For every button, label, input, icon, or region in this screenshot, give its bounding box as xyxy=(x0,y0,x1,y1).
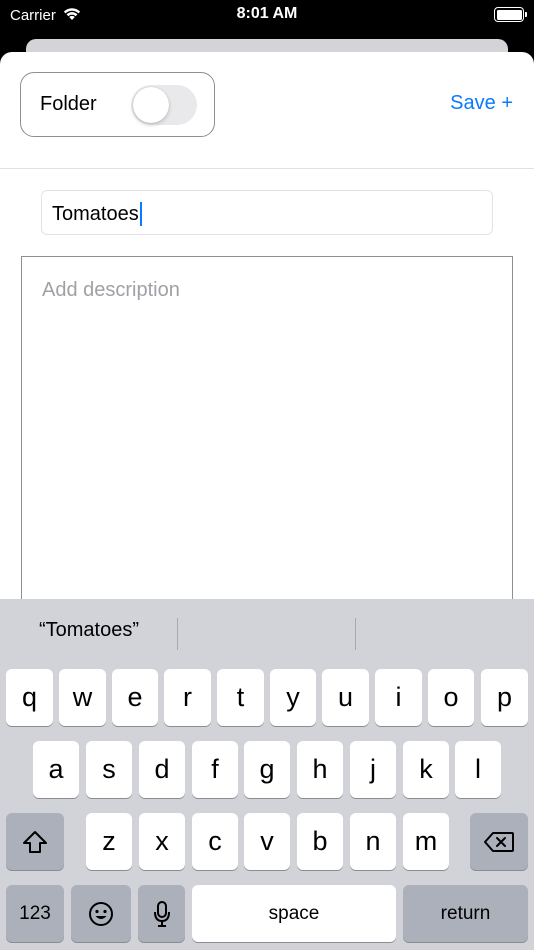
clock: 8:01 AM xyxy=(236,5,298,22)
key-t[interactable]: t xyxy=(217,669,264,726)
key-a[interactable]: a xyxy=(33,741,79,798)
key-q[interactable]: q xyxy=(6,669,53,726)
save-button[interactable]: Save + xyxy=(450,92,513,115)
delete-key[interactable] xyxy=(470,813,528,870)
key-y[interactable]: y xyxy=(270,669,316,726)
suggestion-1[interactable]: “Tomatoes” xyxy=(0,619,178,642)
key-c[interactable]: c xyxy=(192,813,238,870)
sheet-header: Folder Save + xyxy=(0,52,534,169)
battery-icon xyxy=(494,7,527,22)
shift-icon xyxy=(23,830,47,853)
description-placeholder: Add description xyxy=(42,279,180,301)
key-b[interactable]: b xyxy=(297,813,343,870)
key-d[interactable]: d xyxy=(139,741,185,798)
title-input[interactable]: Tomatoes xyxy=(41,190,493,235)
key-k[interactable]: k xyxy=(403,741,449,798)
return-key[interactable]: return xyxy=(403,885,528,942)
key-e[interactable]: e xyxy=(112,669,158,726)
microphone-icon xyxy=(153,900,170,927)
key-x[interactable]: x xyxy=(139,813,185,870)
key-v[interactable]: v xyxy=(244,813,290,870)
suggestion-divider xyxy=(355,618,356,650)
key-f[interactable]: f xyxy=(192,741,238,798)
key-g[interactable]: g xyxy=(244,741,290,798)
numbers-key[interactable]: 123 xyxy=(6,885,64,942)
key-j[interactable]: j xyxy=(350,741,396,798)
backspace-icon xyxy=(484,831,514,852)
emoji-key[interactable] xyxy=(71,885,131,942)
title-input-value: Tomatoes xyxy=(52,202,139,225)
key-z[interactable]: z xyxy=(86,813,132,870)
folder-toggle[interactable] xyxy=(131,85,197,125)
description-textarea[interactable]: Add description xyxy=(21,256,513,601)
key-s[interactable]: s xyxy=(86,741,132,798)
key-l[interactable]: l xyxy=(455,741,501,798)
key-r[interactable]: r xyxy=(164,669,211,726)
key-m[interactable]: m xyxy=(403,813,449,870)
key-w[interactable]: w xyxy=(59,669,106,726)
status-bar: Carrier 8:01 AM xyxy=(0,0,534,40)
emoji-icon xyxy=(89,901,113,926)
folder-option: Folder xyxy=(20,72,215,137)
folder-label: Folder xyxy=(40,93,97,115)
key-o[interactable]: o xyxy=(428,669,474,726)
space-key[interactable]: space xyxy=(192,885,396,942)
key-i[interactable]: i xyxy=(375,669,422,726)
key-n[interactable]: n xyxy=(350,813,396,870)
suggestion-bar: “Tomatoes” xyxy=(0,599,534,665)
suggestion-divider xyxy=(177,618,178,650)
key-h[interactable]: h xyxy=(297,741,343,798)
toggle-knob xyxy=(133,87,169,123)
key-u[interactable]: u xyxy=(322,669,369,726)
dictation-key[interactable] xyxy=(138,885,185,942)
text-cursor xyxy=(139,202,142,226)
key-p[interactable]: p xyxy=(481,669,528,726)
keyboard: “Tomatoes” q w e r t y u i o p a s d f g… xyxy=(0,599,534,950)
shift-key[interactable] xyxy=(6,813,64,870)
